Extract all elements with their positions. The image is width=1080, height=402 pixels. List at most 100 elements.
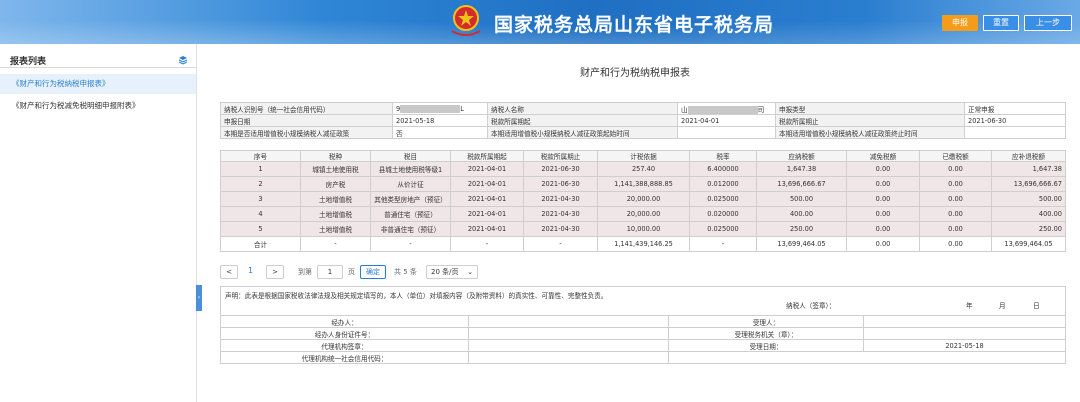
goto-label: 到第: [298, 268, 312, 276]
declare-type-label: 申报类型: [775, 102, 965, 115]
policy-start-label: 本期适用增值税小规模纳税人减征政策起始时间: [487, 126, 678, 139]
taxpayer-name-value: 山司: [677, 102, 776, 115]
taxpayer-id-suffix: L: [460, 104, 464, 113]
declare-date-label: 申报日期: [220, 114, 393, 127]
sidebar: 报表列表 《财产和行为税纳税申报表》 《财产和行为税减免税明细申报附表》: [0, 44, 197, 402]
receive-date-label: 受理日期：: [668, 339, 864, 352]
table-cell: 0.00: [846, 176, 920, 192]
day-label: 日: [1033, 302, 1040, 310]
signer-label: 纳税人（签章）：: [786, 302, 836, 310]
table-cell: 20,000.00: [597, 191, 690, 207]
agency-code-spacer: [668, 351, 1066, 364]
table-cell: 2021-06-30: [523, 176, 598, 192]
table-cell: 2021-04-30: [523, 206, 598, 222]
total-count: 共 5 条: [394, 268, 417, 276]
table-cell: 计税依据: [597, 150, 690, 162]
handler-label: 经办人：: [220, 315, 469, 328]
table-cell: 0.012000: [689, 176, 757, 192]
goto-page-input[interactable]: 1: [317, 265, 343, 279]
table-cell: -: [523, 236, 598, 252]
small-policy-label: 本期是否适用增值税小规模纳税人减征政策: [220, 126, 393, 139]
main-content: 财产和行为税纳税申报表 纳税人识别号（统一社会信用代码） 9L 纳税人名称 山司…: [205, 44, 1080, 402]
sidebar-title: 报表列表: [10, 57, 47, 67]
table-cell: 1,141,388,888.85: [597, 176, 690, 192]
sidebar-header: 报表列表: [0, 50, 197, 68]
table-cell: 2021-04-01: [450, 221, 524, 237]
submit-button[interactable]: 申报: [942, 15, 978, 31]
table-cell: 1,647.38: [991, 161, 1066, 177]
policy-start-value: [677, 126, 776, 139]
table-cell: 税率: [689, 150, 757, 162]
taxpayer-name-suffix: 司: [757, 105, 765, 114]
page-unit-label: 页: [348, 268, 355, 276]
table-cell: 400.00: [991, 206, 1066, 222]
current-page-number[interactable]: 1: [248, 266, 253, 275]
previous-step-button[interactable]: 上一步: [1024, 15, 1072, 31]
taxpayer-info-table: 纳税人识别号（统一社会信用代码） 9L 纳税人名称 山司 申报类型 正常申报 申…: [220, 102, 1066, 139]
period-start-label: 税款所属期起: [487, 114, 678, 127]
table-row: 2 房产税 从价计征 2021-04-01 2021-06-30 1,141,388,88…: [220, 176, 1066, 192]
table-row: 5 土地增值税 非普通住宅（预征） 2021-04-01 2021-04-30 10,00…: [220, 221, 1066, 237]
table-cell: 从价计征: [370, 176, 451, 192]
table-cell: 20,000.00: [597, 206, 690, 222]
table-cell: -: [300, 236, 371, 252]
page-size-select[interactable]: 20 条/页 ⌄: [426, 265, 478, 279]
table-cell: 0.00: [919, 206, 992, 222]
table-cell: 0.00: [919, 161, 992, 177]
period-start-value: 2021-04-01: [677, 114, 776, 127]
table-cell: 0.025000: [689, 191, 757, 207]
table-cell: 其他类型房地产（预征）: [370, 191, 451, 207]
table-cell: 1: [220, 161, 301, 177]
sidebar-item-reduction-schedule[interactable]: 《财产和行为税减免税明细申报附表》: [0, 96, 196, 116]
table-cell: 0.020000: [689, 206, 757, 222]
table-cell: 13,699,464.05: [991, 236, 1066, 252]
table-cell: 非普通住宅（预征）: [370, 221, 451, 237]
table-cell: 税款所属期止: [523, 150, 598, 162]
table-cell: 250.00: [991, 221, 1066, 237]
table-cell: 1,141,439,146.25: [597, 236, 690, 252]
table-row: 4 土地增值税 普通住宅（预征） 2021-04-01 2021-04-30 20,000…: [220, 206, 1066, 222]
small-policy-value: 否: [392, 126, 488, 139]
table-cell: 0.00: [846, 236, 920, 252]
table-cell: 0.00: [919, 176, 992, 192]
tax-items-table: 序号 税种 税目 税款所属期起 税款所属期止 计税依据 税率 应纳税额 减免税额 已缴税额 应补退税…: [220, 150, 1066, 252]
handler-value: [468, 315, 669, 328]
year-label: 年: [966, 302, 973, 310]
table-cell: -: [689, 236, 757, 252]
table-cell: 2021-04-01: [450, 206, 524, 222]
sidebar-item-property-tax-form[interactable]: 《财产和行为税纳税申报表》: [0, 74, 196, 94]
table-cell: 250.00: [756, 221, 847, 237]
declare-type-value: 正常申报: [964, 102, 1066, 115]
table-cell: 257.40: [597, 161, 690, 177]
layers-icon[interactable]: [178, 55, 188, 65]
table-total-row: 合计 - - - -1,141,439,146.25-13,699,464.05 0.00…: [220, 236, 1066, 252]
handler-id-value: [468, 327, 669, 340]
table-cell: 房产税: [300, 176, 371, 192]
table-row: 1 城镇土地使用税 县城土地使用税等级1 2021-04-01 2021-06-30 25…: [220, 161, 1066, 177]
table-cell: 500.00: [756, 191, 847, 207]
table-cell: 0.00: [846, 206, 920, 222]
sidebar-collapse-handle[interactable]: ‹: [196, 285, 202, 311]
month-label: 月: [999, 302, 1006, 310]
agency-seal-label: 代理机构签章：: [220, 339, 469, 352]
reset-button[interactable]: 重置: [983, 15, 1019, 31]
goto-confirm-button[interactable]: 确定: [360, 265, 386, 279]
app-title: 国家税务总局山东省电子税务局: [494, 14, 775, 36]
receiver-office-value: [863, 327, 1066, 340]
app-header: 国家税务总局山东省电子税务局 申报 重置 上一步: [0, 0, 1080, 44]
table-cell: 0.00: [846, 221, 920, 237]
prev-page-button[interactable]: <: [220, 265, 238, 279]
table-cell: 序号: [220, 150, 301, 162]
table-cell: 13,699,464.05: [756, 236, 847, 252]
agency-code-value: [468, 351, 669, 364]
policy-end-label: 本期适用增值税小规模纳税人减征政策终止时间: [775, 126, 965, 139]
table-cell: 2: [220, 176, 301, 192]
next-page-button[interactable]: >: [266, 265, 284, 279]
table-cell: 应补退税额: [991, 150, 1066, 162]
table-cell: 400.00: [756, 206, 847, 222]
declaration-cell: 声明：此表是根据国家税收法律法规及相关规定填写的，本人（单位）对填报内容（及附带…: [220, 286, 1066, 316]
table-cell: 城镇土地使用税: [300, 161, 371, 177]
agency-seal-value: [468, 339, 669, 352]
taxpayer-id-value: 9L: [392, 102, 488, 115]
table-cell: 土地增值税: [300, 221, 371, 237]
